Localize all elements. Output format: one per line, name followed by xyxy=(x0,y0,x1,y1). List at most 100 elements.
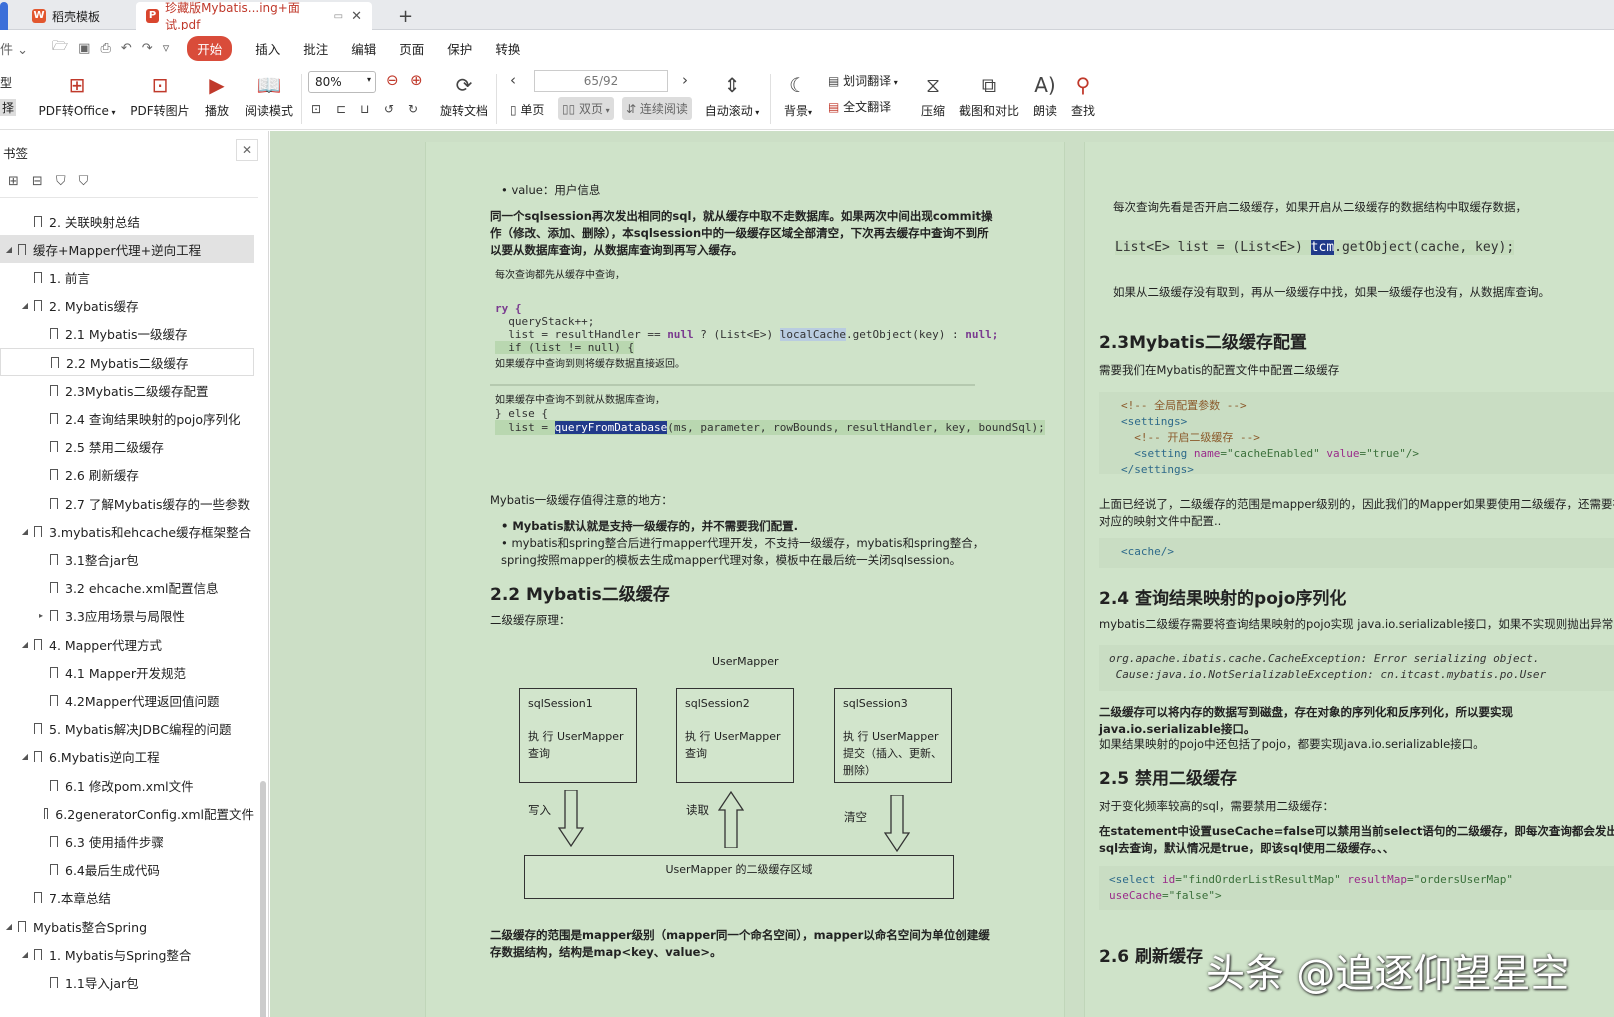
zoom-out-icon[interactable]: ⊖ xyxy=(386,71,399,89)
sidebar-bookmark-item[interactable]: 3.1整合jar包 xyxy=(0,545,254,573)
compress-button[interactable]: ⧖ 压缩 xyxy=(918,70,948,119)
sidebar-bookmark-item[interactable]: 6.3 使用插件步骤 xyxy=(0,827,254,855)
tab-pdf[interactable]: P 珍藏版Mybatis...ing+面试.pdf ▭ ✕ xyxy=(136,1,372,32)
code-token: ="false"> xyxy=(1161,889,1222,902)
sidebar-bookmark-item[interactable]: ◢ Mybatis整合Spring xyxy=(0,912,254,940)
sidebar-bookmark-item[interactable]: 2.2 Mybatis二级缓存 xyxy=(0,348,254,376)
expand-toggle-icon[interactable]: ▸ xyxy=(36,611,46,620)
background-button[interactable]: ☾ 背景▾ xyxy=(780,70,816,119)
expand-toggle-icon[interactable]: ◢ xyxy=(20,527,30,536)
actual-size-icon[interactable]: ⊡ xyxy=(311,102,321,116)
sidebar-bookmark-item[interactable]: 7.本章总结 xyxy=(0,884,254,912)
screenshot-compare-button[interactable]: ⧉ 截图和对比 xyxy=(958,70,1020,119)
sidebar-bookmark-item[interactable]: ◢ 2. Mybatis缓存 xyxy=(0,292,254,320)
down-arrow-icon xyxy=(558,790,584,848)
double-page-button[interactable]: ▯▯ 双页 ▾ xyxy=(558,97,614,120)
fit-width-icon[interactable]: ⊔ xyxy=(360,102,369,116)
add-bookmark-icon[interactable]: ⛉ xyxy=(56,174,79,189)
sidebar-bookmark-item[interactable]: ◢ 3.mybatis和ehcache缓存框架整合 xyxy=(0,517,254,545)
sidebar-bookmark-item[interactable]: 4.2Mapper代理返回值问题 xyxy=(0,686,254,714)
more-icon[interactable]: ▿ xyxy=(163,41,170,56)
fit-page-icon[interactable]: ⊏ xyxy=(336,102,346,116)
new-tab-button[interactable]: + xyxy=(388,2,423,30)
prev-page-icon[interactable]: ‹ xyxy=(510,71,516,89)
bookmark-label: 6.Mybatis逆向工程 xyxy=(49,750,160,766)
zoom-select[interactable]: 80% ▾ xyxy=(308,71,376,93)
sidebar-bookmark-item[interactable]: 5. Mybatis解决JDBC编程的问题 xyxy=(0,715,254,743)
up-arrow-icon xyxy=(718,790,744,848)
sidebar-bookmark-item[interactable]: 3.2 ehcache.xml配置信息 xyxy=(0,574,254,602)
redo-icon[interactable]: ↷ xyxy=(142,41,153,56)
close-icon[interactable]: ✕ xyxy=(351,9,362,24)
find-button[interactable]: ⚲ 查找 xyxy=(1068,70,1098,119)
undo-icon[interactable]: ↶ xyxy=(121,41,132,56)
zoom-value: 80% xyxy=(315,75,342,89)
pdf-to-image-button[interactable]: ⊡ PDF转图片 xyxy=(130,70,190,119)
sidebar-bookmark-item[interactable]: 4.1 Mapper开发规范 xyxy=(0,658,254,686)
single-page-button[interactable]: ▯ 单页 xyxy=(510,101,544,118)
menu-insert[interactable]: 插入 xyxy=(255,39,280,58)
rotate-right-icon[interactable]: ↻ xyxy=(408,102,418,116)
menu-edit[interactable]: 编辑 xyxy=(351,39,376,58)
sidebar-bookmark-item[interactable]: 2.7 了解Mybatis缓存的一些参数 xyxy=(0,489,254,517)
sidebar-bookmark-item[interactable]: 2.5 禁用二级缓存 xyxy=(0,433,254,461)
sidebar-bookmark-item[interactable]: ◢ 1. Mybatis与Spring整合 xyxy=(0,940,254,968)
para-2-3b: 上面已经说了，二级缓存的范围是mapper级别的，因此我们的Mapper如果要使… xyxy=(1099,497,1614,528)
expand-all-icon[interactable]: ⊞ xyxy=(8,174,32,189)
bookmark-icon[interactable]: ⛉ xyxy=(79,174,102,189)
menu-comment[interactable]: 批注 xyxy=(303,39,328,58)
bookmark-label: 6.4最后生成代码 xyxy=(65,863,160,879)
read-mode-button[interactable]: 📖 阅读模式 xyxy=(243,70,295,119)
sidebar-bookmark-item[interactable]: 1. 前言 xyxy=(0,263,254,291)
sidebar-bookmark-item[interactable]: 6.4最后生成代码 xyxy=(0,856,254,884)
toolbar-left-fragment-2[interactable]: 择 xyxy=(0,99,17,116)
sidebar-bookmark-item[interactable]: 1.1导入jar包 xyxy=(0,968,254,996)
rotate-left-icon[interactable]: ↺ xyxy=(384,102,394,116)
sidebar-close-icon[interactable]: ✕ xyxy=(236,139,258,161)
save-icon[interactable]: ▣ xyxy=(78,41,90,56)
pin-icon[interactable]: ▭ xyxy=(334,11,343,22)
expand-toggle-icon[interactable]: ◢ xyxy=(20,640,30,649)
pdf-to-office-button[interactable]: ⊞ PDF转Office ▾ xyxy=(38,70,116,119)
tab-docer[interactable]: W 稻壳模板 xyxy=(22,2,134,30)
sidebar-bookmark-item[interactable]: ▸ 3.3应用场景与局限性 xyxy=(0,602,254,630)
expand-toggle-icon[interactable]: ◢ xyxy=(20,950,30,959)
menu-protect[interactable]: 保护 xyxy=(447,39,472,58)
sidebar-bookmark-item[interactable]: ◢ 4. Mapper代理方式 xyxy=(0,630,254,658)
sidebar-bookmark-item[interactable]: 6.1 修改pom.xml文件 xyxy=(0,771,254,799)
open-icon[interactable]: 🗁 xyxy=(52,37,68,59)
zoom-in-icon[interactable]: ⊕ xyxy=(410,71,423,89)
read-aloud-button[interactable]: A) 朗读 xyxy=(1030,70,1060,119)
auto-scroll-button[interactable]: ⇕ 自动滚动 ▾ xyxy=(702,70,762,119)
sidebar-scrollbar[interactable] xyxy=(260,781,266,1017)
sidebar-bookmark-item[interactable]: 2.3Mybatis二级缓存配置 xyxy=(0,376,254,404)
sidebar-bookmark-item[interactable]: 2.4 查询结果映射的pojo序列化 xyxy=(0,404,254,432)
next-page-icon[interactable]: › xyxy=(682,71,688,89)
expand-toggle-icon[interactable]: ◢ xyxy=(4,922,14,931)
sidebar-bookmark-item[interactable]: 6.2generatorConfig.xml配置文件 xyxy=(0,799,254,827)
continuous-read-button[interactable]: ⇵ 连续阅读 xyxy=(622,97,692,120)
print-icon[interactable]: ⎙ xyxy=(100,41,110,56)
word-translate-button[interactable]: ▤ 划词翻译 ▾ xyxy=(828,72,898,89)
sidebar-bookmark-item[interactable]: 2.1 Mybatis一级缓存 xyxy=(0,320,254,348)
menu-start[interactable]: 开始 xyxy=(187,35,233,61)
collapse-all-icon[interactable]: ⊟ xyxy=(32,174,56,189)
sidebar-bookmark-item[interactable]: 2.6 刷新缓存 xyxy=(0,461,254,489)
page-number-input[interactable]: 65/92 xyxy=(534,70,668,92)
expand-toggle-icon[interactable]: ◢ xyxy=(20,752,30,761)
rotate-doc-button[interactable]: ⟳ 旋转文档 xyxy=(438,70,490,119)
full-translate-button[interactable]: ▤ 全文翻译 xyxy=(828,98,891,115)
sidebar-bookmark-item[interactable]: 2. 关联映射总结 xyxy=(0,207,254,235)
toolbar-left-fragment-1[interactable]: 型 xyxy=(0,74,12,91)
diagram-session-2: sqlSession2 执 行 UserMapper 查询 xyxy=(676,688,794,783)
menu-convert[interactable]: 转换 xyxy=(495,39,520,58)
sidebar-bookmark-item[interactable]: ◢ 缓存+Mapper代理+逆向工程 xyxy=(0,235,254,264)
heading-2-2: 2.2 Mybatis二级缓存 xyxy=(490,585,670,605)
menu-page[interactable]: 页面 xyxy=(399,39,424,58)
expand-toggle-icon[interactable]: ◢ xyxy=(4,245,14,254)
sidebar-bookmark-item[interactable]: ◢ 6.Mybatis逆向工程 xyxy=(0,743,254,771)
file-menu[interactable]: 件 ⌄ xyxy=(0,39,28,58)
expand-toggle-icon[interactable]: ◢ xyxy=(20,301,30,310)
play-button[interactable]: ▶ 播放 xyxy=(200,70,234,119)
moon-icon: ☾ xyxy=(789,73,807,97)
